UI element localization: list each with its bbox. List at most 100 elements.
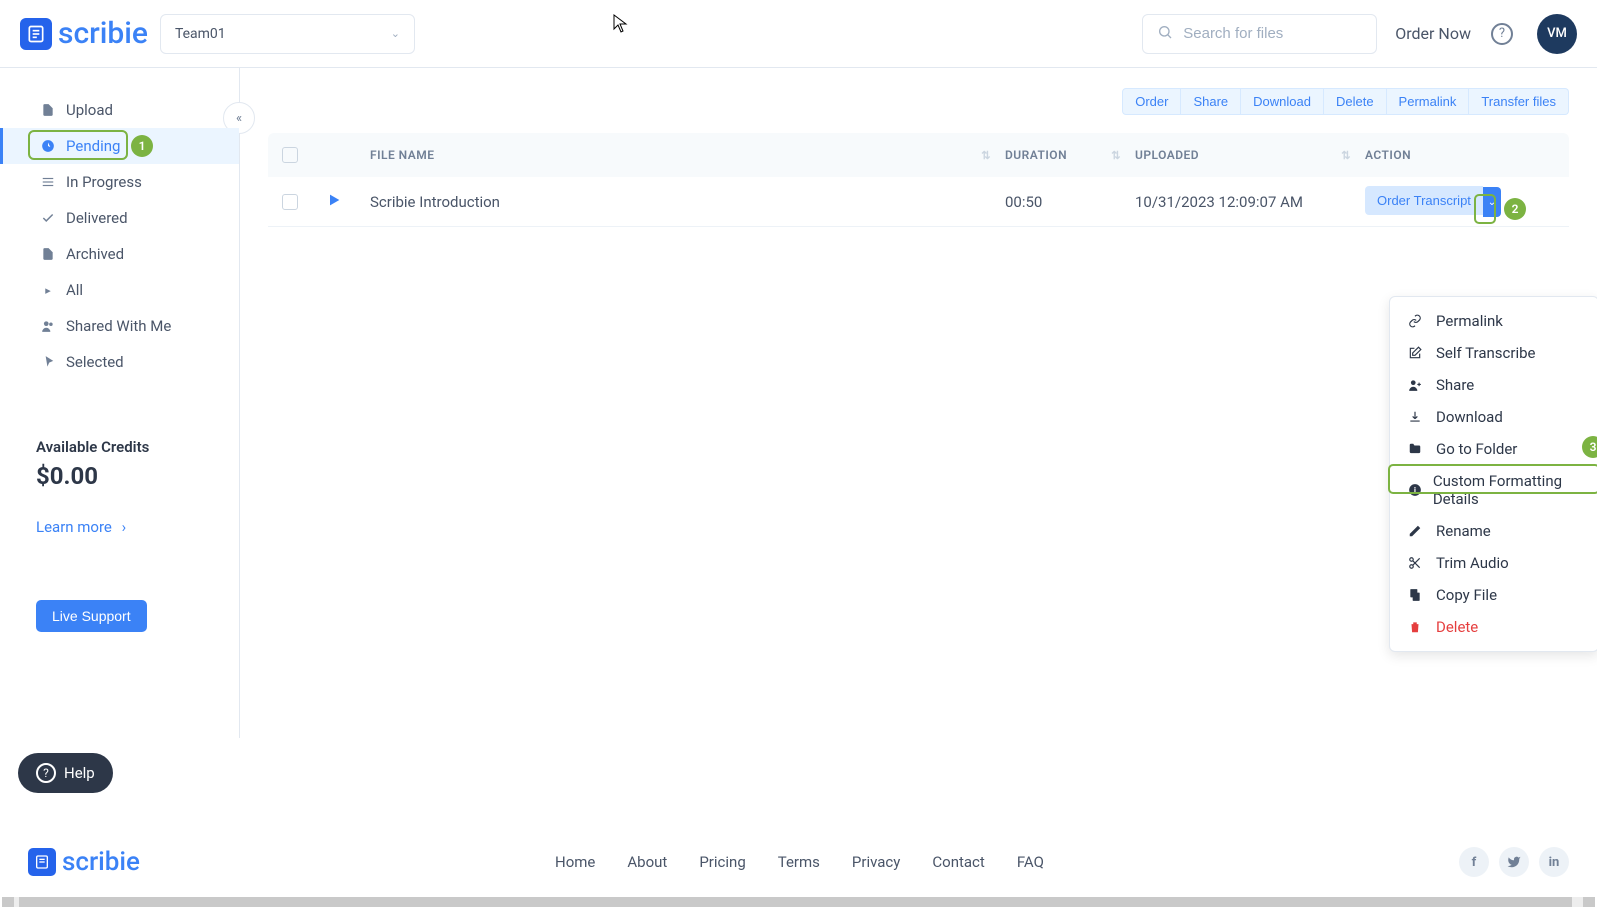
pencil-icon — [1408, 524, 1426, 538]
footer-link-faq[interactable]: FAQ — [1017, 853, 1044, 871]
sort-icon[interactable]: ⇅ — [1341, 149, 1351, 162]
footer-link-contact[interactable]: Contact — [932, 853, 984, 871]
menu-delete[interactable]: Delete — [1390, 611, 1597, 643]
edit-icon — [1408, 346, 1426, 360]
linkedin-icon[interactable]: in — [1539, 847, 1569, 877]
sidebar-item-in-progress[interactable]: In Progress — [0, 164, 239, 200]
logo-icon — [20, 18, 52, 50]
order-transcript-button[interactable]: Order Transcript — [1365, 186, 1483, 215]
sidebar-item-label: Delivered — [66, 209, 128, 227]
sidebar-item-label: Pending — [66, 137, 120, 155]
step-badge-2: 2 — [1504, 198, 1526, 220]
menu-self-transcribe[interactable]: Self Transcribe — [1390, 337, 1597, 369]
col-file-name[interactable]: FILE NAME — [370, 148, 434, 162]
menu-permalink[interactable]: Permalink — [1390, 305, 1597, 337]
copy-icon — [1408, 588, 1426, 602]
sidebar-item-archived[interactable]: Archived — [0, 236, 239, 272]
live-support-button[interactable]: Live Support — [36, 600, 147, 632]
footer-link-about[interactable]: About — [627, 853, 667, 871]
sidebar-item-selected[interactable]: Selected — [0, 344, 239, 380]
play-icon[interactable] — [326, 194, 342, 212]
menu-copy-file[interactable]: Copy File — [1390, 579, 1597, 611]
content: Order Share Download Delete Permalink Tr… — [240, 68, 1597, 738]
help-widget[interactable]: ? Help — [18, 753, 113, 793]
menu-rename[interactable]: Rename — [1390, 515, 1597, 547]
scrollbar-thumb[interactable] — [19, 897, 1572, 907]
action-download-button[interactable]: Download — [1241, 88, 1324, 115]
row-uploaded: 10/31/2023 12:09:07 AM — [1135, 193, 1365, 211]
avatar[interactable]: VM — [1537, 14, 1577, 54]
svg-text:i: i — [1414, 485, 1416, 495]
team-select[interactable]: Team01 ⌄ — [160, 14, 415, 54]
step-badge-1: 1 — [131, 135, 153, 157]
col-uploaded[interactable]: UPLOADED — [1135, 148, 1199, 162]
archive-icon — [40, 247, 56, 261]
col-action: ACTION — [1365, 148, 1411, 162]
footer-links: Home About Pricing Terms Privacy Contact… — [555, 853, 1044, 871]
menu-download[interactable]: Download — [1390, 401, 1597, 433]
footer-link-home[interactable]: Home — [555, 853, 595, 871]
sort-icon[interactable]: ⇅ — [981, 149, 991, 162]
twitter-icon[interactable] — [1499, 847, 1529, 877]
order-now-link[interactable]: Order Now — [1395, 24, 1471, 43]
footer-logo[interactable]: scribie — [28, 847, 140, 877]
action-order-button[interactable]: Order — [1122, 88, 1181, 115]
sidebar-item-label: Upload — [66, 101, 113, 119]
menu-share[interactable]: Share — [1390, 369, 1597, 401]
footer-link-terms[interactable]: Terms — [778, 853, 820, 871]
help-icon[interactable]: ? — [1491, 23, 1513, 45]
cut-icon — [1408, 556, 1426, 570]
caret-right-icon: ▸ — [40, 284, 56, 297]
progress-icon — [40, 175, 56, 189]
footer-link-pricing[interactable]: Pricing — [699, 853, 745, 871]
search-box[interactable] — [1142, 14, 1377, 54]
sidebar-item-shared[interactable]: Shared With Me — [0, 308, 239, 344]
sidebar-item-label: Shared With Me — [66, 317, 171, 335]
logo-icon — [28, 848, 56, 876]
action-transfer-button[interactable]: Transfer files — [1469, 88, 1569, 115]
horizontal-scrollbar[interactable] — [2, 897, 1595, 907]
credits-label: Available Credits — [36, 438, 219, 456]
footer-logo-text: scribie — [62, 847, 140, 877]
sidebar-item-all[interactable]: ▸ All — [0, 272, 239, 308]
sidebar-item-upload[interactable]: Upload — [0, 92, 239, 128]
action-bar: Order Share Download Delete Permalink Tr… — [268, 88, 1569, 115]
trash-icon — [1408, 620, 1426, 634]
credits-amount: $0.00 — [36, 462, 219, 490]
row-file-name[interactable]: Scribie Introduction — [370, 193, 1005, 211]
search-input[interactable] — [1183, 25, 1362, 42]
select-all-checkbox[interactable] — [282, 147, 298, 163]
team-select-value: Team01 — [175, 26, 226, 42]
table-row: Scribie Introduction 00:50 10/31/2023 12… — [268, 177, 1569, 227]
social-links: f in — [1459, 847, 1569, 877]
sidebar-item-label: Selected — [66, 353, 124, 371]
menu-go-to-folder[interactable]: Go to Folder — [1390, 433, 1597, 465]
sidebar-item-label: All — [66, 281, 83, 299]
folder-icon — [1408, 442, 1426, 456]
clock-icon — [40, 139, 56, 153]
info-icon: i — [1408, 483, 1423, 497]
action-permalink-button[interactable]: Permalink — [1387, 88, 1470, 115]
sort-icon[interactable]: ⇅ — [1111, 149, 1121, 162]
download-icon — [1408, 410, 1426, 424]
footer-link-privacy[interactable]: Privacy — [852, 853, 900, 871]
sidebar-item-label: In Progress — [66, 173, 142, 191]
step-badge-3: 3 — [1582, 436, 1597, 458]
chevron-down-icon: ⌄ — [391, 27, 400, 40]
menu-custom-formatting[interactable]: iCustom Formatting Details — [1390, 465, 1597, 515]
learn-more-link[interactable]: Learn more › — [36, 518, 219, 536]
search-icon — [1157, 24, 1173, 44]
sidebar-item-pending[interactable]: Pending — [0, 128, 239, 164]
row-checkbox[interactable] — [282, 194, 298, 210]
menu-trim-audio[interactable]: Trim Audio — [1390, 547, 1597, 579]
action-delete-button[interactable]: Delete — [1324, 88, 1387, 115]
logo[interactable]: scribie — [20, 16, 148, 51]
sidebar-item-label: Archived — [66, 245, 124, 263]
facebook-icon[interactable]: f — [1459, 847, 1489, 877]
row-dropdown-toggle[interactable]: ⌄ — [1483, 187, 1501, 217]
sidebar: « Upload Pending 1 In Progress Delivered… — [0, 68, 240, 738]
col-duration[interactable]: DURATION — [1005, 148, 1067, 162]
sidebar-item-delivered[interactable]: Delivered — [0, 200, 239, 236]
action-share-button[interactable]: Share — [1181, 88, 1241, 115]
check-icon — [40, 211, 56, 225]
